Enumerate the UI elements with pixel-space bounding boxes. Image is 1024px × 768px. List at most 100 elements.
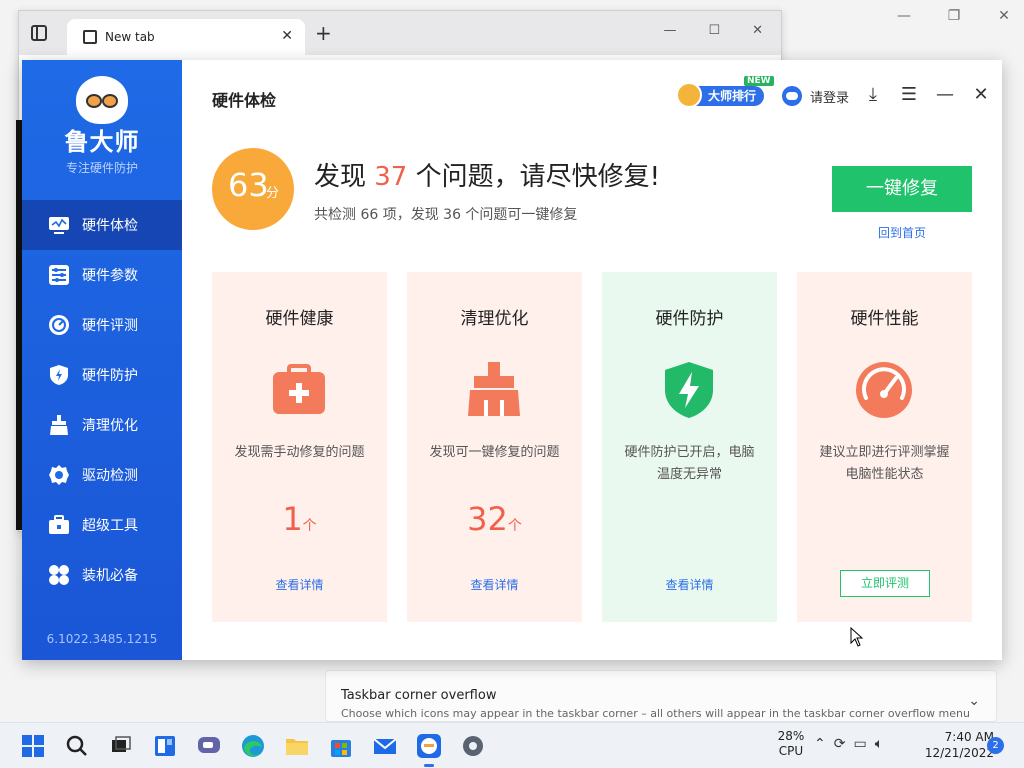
sidebar-item-label: 清理优化 <box>82 418 138 434</box>
clock[interactable]: 7:40 AM 12/21/2022 <box>914 729 994 761</box>
toolbox-icon <box>48 514 70 536</box>
browser-minimize-button[interactable]: — <box>663 23 676 38</box>
brand-slogan: 专注硬件防护 <box>65 161 138 175</box>
card-hardware-protection: 硬件防护 硬件防护已开启，电脑温度无异常 查看详情 <box>602 272 777 622</box>
card-description: 发现可一键修复的问题 <box>429 445 560 460</box>
login-button[interactable]: 请登录 <box>782 86 849 106</box>
view-details-link[interactable]: 查看详情 <box>407 576 582 593</box>
count-unit: 个 <box>302 518 317 534</box>
sidebar-nav: 硬件体检 硬件参数 硬件评测 硬件防护 清理优化 驱动检测 超级工具 装机必备 <box>22 200 182 600</box>
sidebar: 鲁大师 专注硬件防护 硬件体检 硬件参数 硬件评测 硬件防护 清理优化 驱动检测… <box>22 60 182 660</box>
ludashi-taskbar-icon[interactable] <box>414 731 444 767</box>
minimize-button[interactable]: — <box>894 8 914 24</box>
new-tab-favicon-icon <box>83 30 97 44</box>
sidebar-item-hardware-protection[interactable]: 硬件防护 <box>22 350 182 400</box>
sidebar-item-label: 装机必备 <box>82 568 138 584</box>
card-title: 硬件防护 <box>655 309 724 329</box>
cpu-usage: 28% CPU <box>776 729 806 759</box>
store-icon[interactable] <box>326 731 356 761</box>
view-details-link[interactable]: 查看详情 <box>212 576 387 593</box>
taskbar-corner-overflow-panel[interactable]: Taskbar corner overflow Choose which ico… <box>325 670 997 722</box>
volume-icon[interactable]: 🔈︎ <box>875 736 883 752</box>
count-unit: 个 <box>507 518 522 534</box>
sidebar-item-label: 驱动检测 <box>82 468 138 484</box>
tab-actions-icon[interactable] <box>31 25 47 41</box>
browser-window-controls: — ☐ ✕ <box>663 23 763 38</box>
card-cleanup: 清理优化 发现可一键修复的问题 32个 查看详情 <box>407 272 582 622</box>
card-hardware-health: 硬件健康 发现需手动修复的问题 1个 查看详情 <box>212 272 387 622</box>
mouse-cursor-icon <box>850 626 864 647</box>
tab-bar: New tab ✕ + — ☐ ✕ <box>19 11 781 55</box>
card-description: 发现需手动修复的问题 <box>234 445 365 460</box>
tab-new-tab[interactable]: New tab ✕ <box>67 19 305 55</box>
broom-icon <box>462 358 526 422</box>
start-icon[interactable] <box>18 731 48 761</box>
cpu-value: 28% <box>777 729 805 743</box>
maximize-button[interactable]: ❐ <box>944 8 964 24</box>
sliders-icon <box>48 264 70 286</box>
chevron-up-icon[interactable]: ⌃ <box>814 736 826 752</box>
settings-gear-icon[interactable] <box>458 731 488 761</box>
card-title: 硬件性能 <box>850 309 919 329</box>
sidebar-item-label: 硬件参数 <box>82 268 138 284</box>
sidebar-item-hardware-check[interactable]: 硬件体检 <box>22 200 182 250</box>
file-explorer-icon[interactable] <box>282 731 312 761</box>
clover-icon <box>48 564 70 586</box>
sidebar-item-label: 硬件体检 <box>82 218 138 234</box>
card-count: 32个 <box>407 500 582 538</box>
sidebar-item-super-tools[interactable]: 超级工具 <box>22 500 182 550</box>
view-details-link[interactable]: 查看详情 <box>602 576 777 593</box>
sidebar-item-hardware-benchmark[interactable]: 硬件评测 <box>22 300 182 350</box>
sidebar-item-hardware-params[interactable]: 硬件参数 <box>22 250 182 300</box>
chat-icon[interactable] <box>194 731 224 761</box>
chevron-down-icon[interactable]: ⌄ <box>968 693 980 709</box>
card-description: 建议立即进行评测掌握电脑性能状态 <box>819 445 950 482</box>
sidebar-item-cleanup[interactable]: 清理优化 <box>22 400 182 450</box>
new-badge: NEW <box>744 76 774 86</box>
speedometer-icon <box>852 358 916 422</box>
date: 12/21/2022 <box>924 746 994 760</box>
new-tab-button[interactable]: + <box>315 21 332 45</box>
login-label: 请登录 <box>810 90 850 106</box>
browser-maximize-button[interactable]: ☐ <box>708 23 720 38</box>
tab-close-button[interactable]: ✕ <box>281 28 293 44</box>
monitor-icon <box>48 214 70 236</box>
network-icon[interactable]: ▭ <box>853 736 866 752</box>
close-icon[interactable]: ✕ <box>970 84 992 105</box>
benchmark-now-button[interactable]: 立即评测 <box>840 570 930 597</box>
menu-icon[interactable]: ☰ <box>898 84 920 105</box>
ludashi-app-window: 鲁大师 专注硬件防护 硬件体检 硬件参数 硬件评测 硬件防护 清理优化 驱动检测… <box>22 60 1002 660</box>
search-icon[interactable] <box>62 731 92 761</box>
sync-icon[interactable]: ⟳ <box>834 736 846 752</box>
brand-name: 鲁大师 <box>64 128 140 156</box>
desktop-gap <box>1002 120 1024 560</box>
widgets-icon[interactable] <box>150 731 180 761</box>
master-ranking-button[interactable]: 大师排行 NEW <box>676 76 774 108</box>
card-description: 硬件防护已开启，电脑温度无异常 <box>624 445 755 482</box>
shield-icon <box>48 364 70 386</box>
sidebar-item-essentials[interactable]: 装机必备 <box>22 550 182 600</box>
app-window-controls: ⤓ ☰ — ✕ <box>862 84 992 105</box>
task-view-icon[interactable] <box>106 731 136 761</box>
back-to-home-link[interactable]: 回到首页 <box>832 224 972 241</box>
browser-close-button[interactable]: ✕ <box>752 23 763 38</box>
minimize-icon[interactable]: — <box>934 84 956 105</box>
notification-badge[interactable]: 2 <box>987 737 1004 754</box>
headline-suffix: 个问题，请尽快修复! <box>407 162 661 192</box>
sidebar-item-label: 硬件防护 <box>82 368 138 384</box>
result-subline: 共检测 66 项，发现 36 个问题可一键修复 <box>314 207 578 223</box>
count-value: 1 <box>282 500 303 538</box>
page-title: 硬件体检 <box>212 91 277 110</box>
card-hardware-performance: 硬件性能 建议立即进行评测掌握电脑性能状态 立即评测 <box>797 272 972 622</box>
gauge-icon <box>48 314 70 336</box>
tab-title: New tab <box>105 30 155 44</box>
sidebar-item-driver-check[interactable]: 驱动检测 <box>22 450 182 500</box>
close-button[interactable]: ✕ <box>994 8 1014 24</box>
score-unit: 分 <box>266 186 280 201</box>
mail-icon[interactable] <box>370 731 400 761</box>
download-icon[interactable]: ⤓ <box>862 84 884 105</box>
one-click-fix-button[interactable]: 一键修复 <box>832 166 972 212</box>
medkit-icon <box>267 358 331 422</box>
trophy-icon <box>676 82 702 108</box>
edge-browser-icon[interactable] <box>238 731 268 761</box>
